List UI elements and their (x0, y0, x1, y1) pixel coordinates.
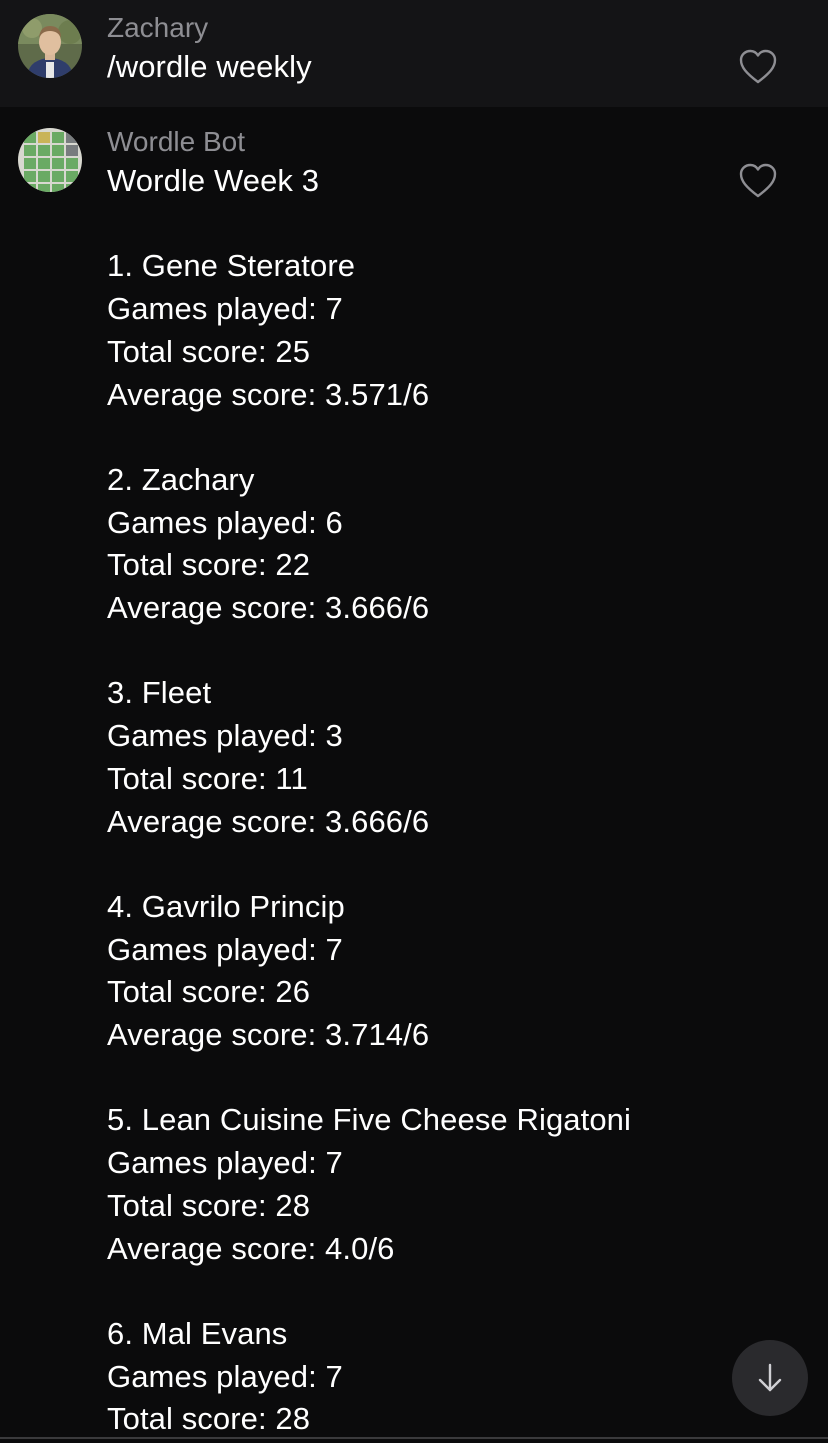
bot-avatar[interactable] (18, 128, 82, 192)
scroll-to-bottom-button[interactable] (732, 1340, 808, 1416)
message-row-wordle-bot[interactable]: Wordle Bot Wordle Week 3 1. Gene Sterato… (0, 107, 828, 1443)
message-text: /wordle weekly (107, 49, 312, 84)
heart-icon[interactable] (738, 48, 778, 86)
heart-icon[interactable] (738, 162, 778, 200)
user-avatar[interactable] (18, 14, 82, 78)
arrow-down-icon (758, 1363, 782, 1392)
avatar-photo (18, 14, 82, 78)
wordle-grid-avatar-icon (18, 128, 82, 192)
bottom-divider (0, 1437, 828, 1439)
sender-name: Wordle Bot (107, 126, 245, 157)
message-row-zachary[interactable]: Zachary /wordle weekly (0, 0, 828, 107)
message-text: Wordle Week 3 1. Gene Steratore Games pl… (107, 163, 632, 1437)
sender-name: Zachary (107, 12, 209, 43)
